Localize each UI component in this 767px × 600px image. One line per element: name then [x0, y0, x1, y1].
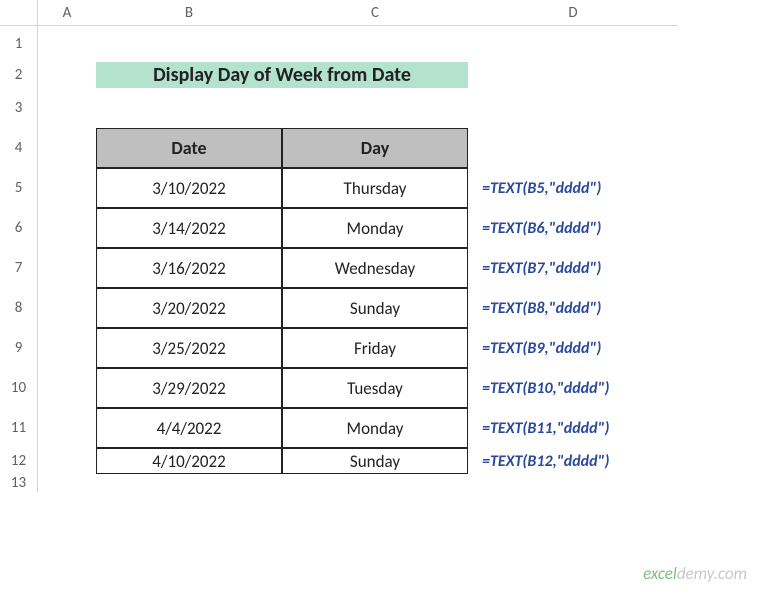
- cell-formula[interactable]: =TEXT(B7,"dddd"): [468, 248, 678, 288]
- cell-day[interactable]: Sunday: [282, 288, 468, 328]
- col-header-A[interactable]: A: [38, 0, 96, 26]
- page-title[interactable]: Display Day of Week from Date: [96, 62, 468, 88]
- cell-date[interactable]: 4/4/2022: [96, 408, 282, 448]
- row-header-6[interactable]: 6: [0, 208, 38, 248]
- cell-D3[interactable]: [468, 88, 678, 128]
- cell-D1[interactable]: [468, 26, 678, 62]
- cell-D2[interactable]: [468, 62, 678, 88]
- cell-A9[interactable]: [38, 328, 96, 368]
- row-header-5[interactable]: 5: [0, 168, 38, 208]
- cell-formula[interactable]: =TEXT(B10,"dddd"): [468, 368, 678, 408]
- cell-A7[interactable]: [38, 248, 96, 288]
- row-header-10[interactable]: 10: [0, 368, 38, 408]
- row-header-12[interactable]: 12: [0, 448, 38, 474]
- cell-B3[interactable]: [96, 88, 282, 128]
- cell-day[interactable]: Wednesday: [282, 248, 468, 288]
- cell-C13[interactable]: [282, 474, 468, 492]
- watermark-suffix: .com: [714, 563, 747, 584]
- cell-D4[interactable]: [468, 128, 678, 168]
- row-header-3[interactable]: 3: [0, 88, 38, 128]
- watermark: exceldemy.com: [643, 563, 747, 584]
- cell-A8[interactable]: [38, 288, 96, 328]
- cell-date[interactable]: 3/25/2022: [96, 328, 282, 368]
- cell-day[interactable]: Tuesday: [282, 368, 468, 408]
- cell-B13[interactable]: [96, 474, 282, 492]
- row-header-7[interactable]: 7: [0, 248, 38, 288]
- cell-formula[interactable]: =TEXT(B6,"dddd"): [468, 208, 678, 248]
- cell-A3[interactable]: [38, 88, 96, 128]
- row-header-8[interactable]: 8: [0, 288, 38, 328]
- cell-date[interactable]: 4/10/2022: [96, 448, 282, 474]
- cell-A1[interactable]: [38, 26, 96, 62]
- cell-formula[interactable]: =TEXT(B12,"dddd"): [468, 448, 678, 474]
- cell-C3[interactable]: [282, 88, 468, 128]
- cell-C1[interactable]: [282, 26, 468, 62]
- cell-A2[interactable]: [38, 62, 96, 88]
- cell-A6[interactable]: [38, 208, 96, 248]
- cell-formula[interactable]: =TEXT(B5,"dddd"): [468, 168, 678, 208]
- row-header-11[interactable]: 11: [0, 408, 38, 448]
- cell-A4[interactable]: [38, 128, 96, 168]
- watermark-part1: excel: [643, 563, 677, 584]
- cell-D13[interactable]: [468, 474, 678, 492]
- col-header-C[interactable]: C: [282, 0, 468, 26]
- table-header-date[interactable]: Date: [96, 128, 282, 168]
- cell-A12[interactable]: [38, 448, 96, 474]
- cell-formula[interactable]: =TEXT(B9,"dddd"): [468, 328, 678, 368]
- cell-date[interactable]: 3/29/2022: [96, 368, 282, 408]
- cell-day[interactable]: Friday: [282, 328, 468, 368]
- cell-date[interactable]: 3/16/2022: [96, 248, 282, 288]
- watermark-part2: demy: [677, 563, 714, 584]
- col-header-B[interactable]: B: [96, 0, 282, 26]
- cell-day[interactable]: Thursday: [282, 168, 468, 208]
- spreadsheet-grid: A B C D 1 2 Display Day of Week from Dat…: [0, 0, 767, 492]
- cell-A5[interactable]: [38, 168, 96, 208]
- cell-day[interactable]: Monday: [282, 408, 468, 448]
- cell-day[interactable]: Sunday: [282, 448, 468, 474]
- row-header-4[interactable]: 4: [0, 128, 38, 168]
- table-header-day[interactable]: Day: [282, 128, 468, 168]
- row-header-13[interactable]: 13: [0, 474, 38, 492]
- cell-A11[interactable]: [38, 408, 96, 448]
- row-header-2[interactable]: 2: [0, 62, 38, 88]
- cell-date[interactable]: 3/14/2022: [96, 208, 282, 248]
- cell-date[interactable]: 3/20/2022: [96, 288, 282, 328]
- cell-A13[interactable]: [38, 474, 96, 492]
- row-header-9[interactable]: 9: [0, 328, 38, 368]
- col-header-D[interactable]: D: [468, 0, 678, 26]
- cell-date[interactable]: 3/10/2022: [96, 168, 282, 208]
- grid-corner: [0, 0, 38, 26]
- cell-A10[interactable]: [38, 368, 96, 408]
- cell-formula[interactable]: =TEXT(B11,"dddd"): [468, 408, 678, 448]
- cell-day[interactable]: Monday: [282, 208, 468, 248]
- cell-B1[interactable]: [96, 26, 282, 62]
- row-header-1[interactable]: 1: [0, 26, 38, 62]
- cell-formula[interactable]: =TEXT(B8,"dddd"): [468, 288, 678, 328]
